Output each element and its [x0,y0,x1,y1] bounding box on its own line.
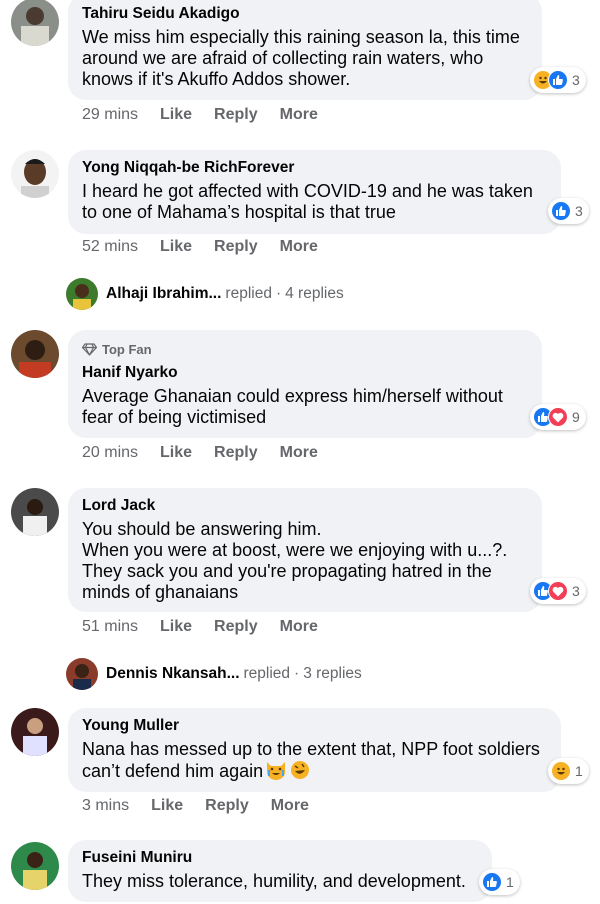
reply-avatar [66,278,98,310]
comment-text: They miss tolerance, humility, and devel… [82,871,466,891]
comment-bubble: Lord Jack You should be answering him. W… [68,488,542,612]
separator: · [294,665,300,682]
love-reaction-icon [548,581,568,601]
comment-author[interactable]: Fuseini Muniru [82,848,478,868]
comment-bubble: Young Muller Nana has messed up to the e… [68,708,561,792]
like-reaction-icon [548,70,568,90]
love-reaction-icon [548,407,568,427]
timestamp[interactable]: 52 mins [82,238,138,256]
reaction-summary[interactable]: 3 [530,578,586,604]
avatar[interactable] [11,842,59,890]
reply-button[interactable]: Reply [214,238,258,256]
more-button[interactable]: More [280,238,318,256]
timestamp[interactable]: 29 mins [82,106,138,124]
reply-count: 4 replies [285,285,344,302]
comment-actions: 3 mins Like Reply More [82,797,331,815]
reaction-summary[interactable]: 9 [530,404,586,430]
reaction-count: 1 [506,874,514,890]
comment-text: I heard he got affected with COVID-19 an… [82,181,533,222]
like-reaction-icon [551,201,571,221]
comment-bubble: Top Fan Hanif Nyarko Average Ghanaian co… [68,330,542,438]
crying-cat-emoji-icon [265,760,287,785]
reply-button[interactable]: Reply [214,444,258,462]
reaction-summary[interactable]: 3 [530,67,586,93]
top-fan-label: Top Fan [102,342,152,357]
comment-author[interactable]: Yong Niqqah-be RichForever [82,158,547,178]
reply-button[interactable]: Reply [214,618,258,636]
reaction-count: 3 [572,583,580,599]
like-reaction-icon [482,872,502,892]
comment-author[interactable]: Tahiru Seidu Akadigo [82,4,528,24]
comment-text: Average Ghanaian could express him/herse… [82,386,503,427]
comment-author[interactable]: Hanif Nyarko [82,363,528,383]
timestamp[interactable]: 3 mins [82,797,129,815]
avatar[interactable] [11,0,59,46]
reaction-summary[interactable]: 1 [479,869,520,895]
avatar[interactable] [11,708,59,756]
comment-bubble: Fuseini Muniru They miss tolerance, humi… [68,840,492,902]
comment-bubble: Tahiru Seidu Akadigo We miss him especia… [68,0,542,100]
rofl-emoji-icon [289,760,311,785]
comment-actions: 20 mins Like Reply More [82,444,340,462]
diamond-icon [82,343,97,356]
reply-avatar [66,658,98,690]
comment-bubble: Yong Niqqah-be RichForever I heard he go… [68,150,561,234]
like-button[interactable]: Like [151,797,183,815]
reaction-count: 9 [572,409,580,425]
separator: · [275,285,282,302]
avatar[interactable] [11,488,59,536]
reaction-summary[interactable]: 3 [548,198,589,224]
reaction-summary[interactable]: 1 [548,758,589,784]
like-button[interactable]: Like [160,106,192,124]
avatar[interactable] [11,150,59,198]
view-replies-link[interactable]: Dennis Nkansah... replied · 3 replies [66,658,362,690]
like-button[interactable]: Like [160,238,192,256]
comment-text: Nana has messed up to the extent that, N… [82,739,547,785]
reply-count: 3 replies [303,665,362,682]
comment-author[interactable]: Young Muller [82,716,547,736]
comment-actions: 51 mins Like Reply More [82,618,340,636]
more-button[interactable]: More [271,797,309,815]
more-button[interactable]: More [280,106,318,124]
timestamp[interactable]: 20 mins [82,444,138,462]
top-fan-badge: Top Fan [82,342,528,357]
like-button[interactable]: Like [160,618,192,636]
reply-verb: replied [243,665,291,682]
reaction-count: 3 [572,72,580,88]
reply-author: Alhaji Ibrahim... [106,285,222,302]
timestamp[interactable]: 51 mins [82,618,138,636]
comment-text: You should be answering him. When you we… [82,519,508,602]
comment-text: We miss him especially this raining seas… [82,27,520,89]
comment-actions: 52 mins Like Reply More [82,238,340,256]
more-button[interactable]: More [280,618,318,636]
comment-actions: 29 mins Like Reply More [82,106,340,124]
avatar[interactable] [11,330,59,378]
comment-author[interactable]: Lord Jack [82,496,528,516]
haha-reaction-icon [551,761,571,781]
reaction-count: 1 [575,763,583,779]
reply-author: Dennis Nkansah... [106,665,240,682]
reply-button[interactable]: Reply [205,797,249,815]
reply-verb: replied [225,285,272,302]
more-button[interactable]: More [280,444,318,462]
reply-button[interactable]: Reply [214,106,258,124]
like-button[interactable]: Like [160,444,192,462]
view-replies-link[interactable]: Alhaji Ibrahim... replied · 4 replies [66,278,344,310]
reaction-count: 3 [575,203,583,219]
